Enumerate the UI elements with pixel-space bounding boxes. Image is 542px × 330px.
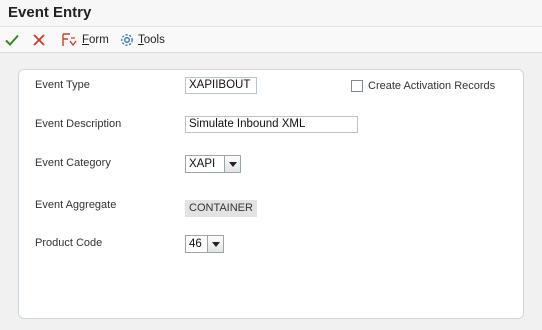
event-type-label: Event Type (35, 79, 90, 91)
gear-icon (121, 34, 133, 46)
tools-menu-button[interactable]: Tools (119, 27, 165, 53)
event-description-label: Event Description (35, 118, 122, 130)
tools-menu-label: Tools (138, 34, 165, 46)
event-aggregate-label: Event Aggregate (35, 199, 117, 211)
page-title: Event Entry (8, 4, 92, 21)
check-icon (5, 34, 19, 46)
product-code-select[interactable]: 46 (185, 235, 224, 253)
event-category-select[interactable]: XAPI (185, 155, 241, 173)
form-menu-button[interactable]: Form (61, 27, 109, 53)
form-menu-icon (62, 33, 77, 47)
event-category-value: XAPI (189, 158, 216, 170)
create-activation-label: Create Activation Records (368, 80, 496, 92)
chevron-down-icon[interactable] (207, 236, 223, 252)
event-aggregate-value: CONTAINER (185, 200, 257, 217)
title-bar: Event Entry (0, 0, 542, 27)
toolbar: Form Tools (0, 27, 542, 53)
cancel-button[interactable] (31, 27, 47, 53)
event-form-panel: Event Type XAPIIBOUT Create Activation R… (18, 69, 524, 319)
event-description-field[interactable]: Simulate Inbound XML (185, 116, 358, 133)
product-code-label: Product Code (35, 237, 103, 249)
create-activation-checkbox[interactable] (351, 80, 363, 92)
product-code-value: 46 (189, 238, 202, 250)
form-menu-label: Form (82, 34, 109, 46)
chevron-down-icon[interactable] (224, 156, 240, 172)
close-icon (33, 34, 45, 46)
event-category-label: Event Category (35, 157, 111, 169)
event-type-field[interactable]: XAPIIBOUT (185, 77, 257, 94)
ok-button[interactable] (4, 27, 20, 53)
